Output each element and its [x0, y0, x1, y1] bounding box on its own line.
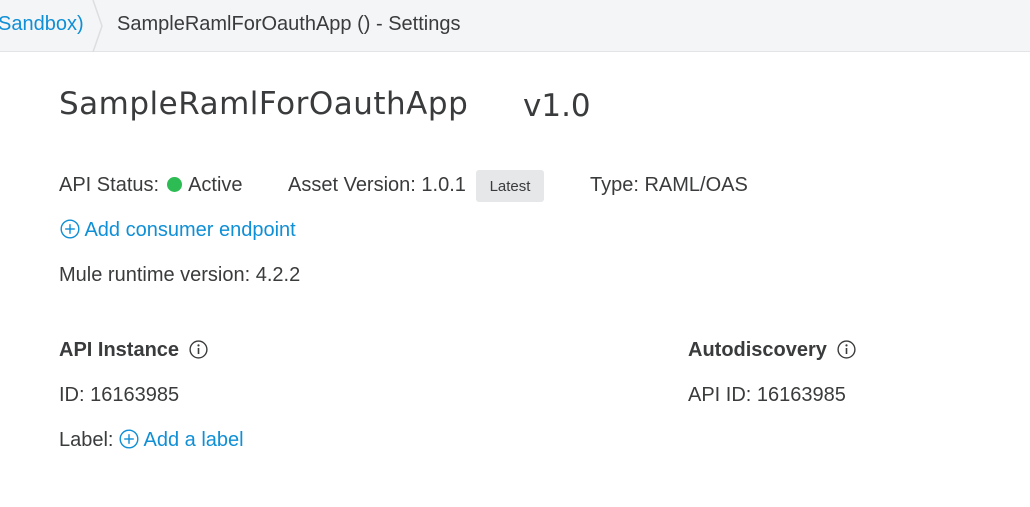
api-instance-heading: API Instance	[59, 339, 208, 362]
info-circle-icon[interactable]	[836, 340, 856, 359]
label-row: Label: Add a label	[59, 429, 244, 452]
autodiscovery-title: Autodiscovery	[688, 339, 827, 361]
api-status: API Status: Active	[59, 174, 243, 197]
latest-badge: Latest	[476, 170, 544, 202]
add-label-text: Add a label	[143, 429, 244, 451]
autodiscovery-api-id: API ID: 16163985	[688, 384, 846, 406]
api-status-value: Active	[188, 174, 243, 196]
mule-runtime-version: Mule runtime version: 4.2.2	[59, 264, 301, 286]
add-consumer-endpoint-link[interactable]: Add consumer endpoint	[60, 219, 296, 242]
breadcrumb-separator-icon	[92, 0, 103, 52]
label-caption: Label:	[59, 429, 114, 451]
api-instance-id: ID: 16163985	[59, 384, 180, 406]
info-circle-icon[interactable]	[189, 340, 208, 359]
top-bar: Sandbox) SampleRamlForOauthApp () - Sett…	[0, 0, 1030, 52]
add-consumer-endpoint-label: Add consumer endpoint	[84, 219, 296, 241]
api-version: v1.0	[523, 88, 591, 124]
plus-circle-icon	[60, 219, 80, 239]
breadcrumb-page: SampleRamlForOauthApp () - Settings	[117, 13, 461, 35]
asset-version: Asset Version: 1.0.1	[288, 174, 466, 196]
autodiscovery-heading: Autodiscovery	[688, 339, 856, 362]
api-type: Type: RAML/OAS	[590, 174, 748, 196]
api-name-title: SampleRamlForOauthApp	[59, 86, 469, 122]
plus-circle-icon	[119, 429, 139, 449]
api-status-label: API Status:	[59, 174, 160, 196]
add-label-link[interactable]: Add a label	[119, 429, 244, 451]
breadcrumb-environment[interactable]: Sandbox)	[0, 13, 84, 36]
status-dot-icon	[167, 177, 183, 192]
api-instance-title: API Instance	[59, 339, 180, 361]
